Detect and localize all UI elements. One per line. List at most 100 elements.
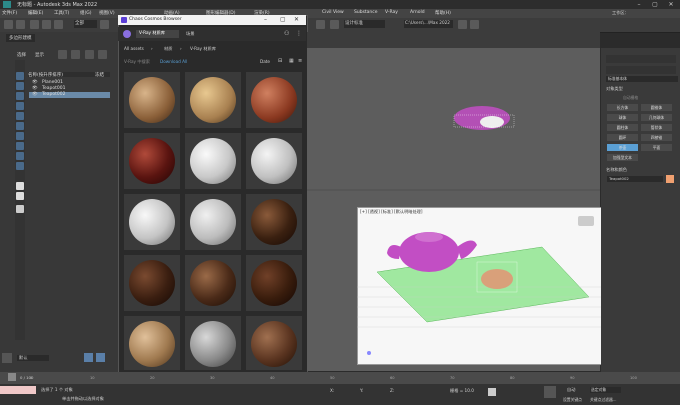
menu-vray[interactable]: V-Ray [385,10,398,15]
category-dropdown[interactable]: 标准基本体 [606,76,678,82]
setkey-button[interactable]: 设置关键点 [563,397,582,403]
list-view-icon[interactable]: ≡ [298,58,302,64]
ribbon-tab-modeling[interactable]: 多边形建模 [6,34,35,42]
grid-view-icon[interactable]: ▦ [289,58,294,64]
tab-display[interactable]: 显示 [35,52,44,58]
menu-tools[interactable]: 工具(T) [54,10,69,16]
eye-icon[interactable]: 👁 [32,92,38,97]
unlink-icon[interactable] [42,20,51,29]
render-setup-icon[interactable] [316,20,325,29]
sphere-button[interactable]: 球体 [607,114,638,121]
workspace-dropdown[interactable]: 设计标准 [344,20,385,28]
select-object-icon[interactable] [100,20,109,29]
material-tile[interactable] [185,72,241,128]
render-icon[interactable] [330,20,339,29]
list-item[interactable]: Teapot001 [42,86,65,91]
material-tile[interactable] [124,194,180,250]
material-tile[interactable] [246,133,302,189]
geosphere-button[interactable]: 几何球体 [641,114,672,121]
download-all-link[interactable]: Download All [160,59,187,64]
bind-spacewarp-icon[interactable] [54,20,63,29]
group-icon[interactable] [16,142,24,150]
section-name-color[interactable]: 名称和颜色 [606,167,627,173]
search-placeholder[interactable]: V-Ray 中搜索 [124,59,150,65]
material-tile[interactable] [246,194,302,250]
autogrid-checkbox[interactable]: 自动栅格 [623,95,638,101]
user-icon[interactable]: ⚇ [284,30,289,37]
filter-funnel-icon[interactable] [16,205,24,213]
time-slider-handle[interactable] [8,373,16,381]
select-icon[interactable] [16,72,24,80]
menu-file[interactable]: 文件(F) [2,10,17,16]
more-icon[interactable]: ⋮ [296,30,302,37]
eye-icon[interactable]: 👁 [32,86,38,91]
chaos-maximize-button[interactable]: ▢ [280,16,286,23]
material-tile[interactable] [185,255,241,311]
material-tile[interactable] [185,194,241,250]
box-button[interactable]: 长方体 [607,104,638,111]
pyramid-button[interactable]: 四棱锥 [641,134,672,141]
autokey-button[interactable]: 自动 [567,387,575,393]
object-color-swatch[interactable] [666,175,674,183]
menu-view[interactable]: 视图(V) [99,10,115,16]
menu-arnold[interactable]: Arnold [410,10,425,15]
object-name-field[interactable]: Teapot002 [607,176,663,182]
sort-dropdown[interactable]: Date [260,59,270,64]
material-tile[interactable] [246,255,302,311]
material-tile[interactable] [124,255,180,311]
menu-group[interactable]: 组(G) [80,10,92,16]
maximize-button[interactable]: ▢ [650,1,660,8]
play-icon[interactable] [488,388,496,396]
material-tile[interactable] [124,133,180,189]
hide-icon[interactable] [16,102,24,110]
cylinder-button[interactable]: 圆柱体 [607,124,638,131]
chaos-minimize-button[interactable]: – [264,16,267,23]
link-icon[interactable] [16,162,24,170]
add-time-tag-icon[interactable] [544,386,556,398]
search-icon[interactable] [16,192,24,200]
material-tile[interactable] [185,316,241,370]
undo-icon[interactable] [4,20,13,29]
container-icon[interactable] [16,152,24,160]
hierarchy-icon[interactable] [16,132,24,140]
scene-explorer-toggle-icon[interactable] [96,353,105,362]
teapot-button[interactable]: 茶壶 [607,144,638,151]
chaos-close-button[interactable]: ✕ [294,16,299,23]
teapot-filter-icon[interactable] [58,50,67,59]
maxscript-listener[interactable] [0,386,36,394]
plane-button[interactable]: 平面 [641,144,672,151]
torus-button[interactable]: 圆环 [607,134,638,141]
section-object-type[interactable]: 对象类型 [606,86,623,92]
redo-icon[interactable] [16,20,25,29]
document-icon[interactable] [16,182,24,190]
freeze-icon[interactable] [16,92,24,100]
cone-button[interactable]: 圆锥体 [641,104,672,111]
light-filter-icon[interactable] [71,50,80,59]
sync-icon[interactable] [470,20,479,29]
textplus-button[interactable]: 加强型文本 [607,154,638,161]
tab-select[interactable]: 选择 [17,52,26,58]
filter-vray-library[interactable]: V-Ray 材质库 [190,46,216,52]
filter-materials[interactable]: 材质 [164,46,172,52]
filter-icon[interactable] [16,82,24,90]
menu-help[interactable]: 帮助(H) [435,10,451,16]
tab-vray-library[interactable]: V-Ray 材质库 [136,30,179,38]
cosmos-home-icon[interactable] [123,30,131,38]
camera-filter-icon[interactable] [85,50,94,59]
folder-icon[interactable] [458,20,467,29]
project-path[interactable]: C:\Users\...\Max 2022 [404,20,453,28]
column-name-header[interactable]: 名称(按升序排序) [28,72,63,78]
scene-explorer-icon[interactable] [2,353,12,363]
timeline[interactable] [0,372,680,384]
key-filters-button[interactable]: 关键点过滤器... [590,397,616,403]
layer-dropdown[interactable]: 默认 [17,355,49,361]
tab-scene[interactable]: 场景 [186,31,194,37]
close-button[interactable]: ✕ [666,1,676,8]
sort-icon[interactable] [16,112,24,120]
list-item[interactable]: Plane001 [42,80,63,85]
filter-icon[interactable]: ⊟ [278,58,282,64]
material-tile[interactable] [246,316,302,370]
tube-button[interactable]: 管状体 [641,124,672,131]
menu-civil-view[interactable]: Civil View [322,10,344,15]
selection-filter-dropdown[interactable]: 全部 [74,20,97,28]
